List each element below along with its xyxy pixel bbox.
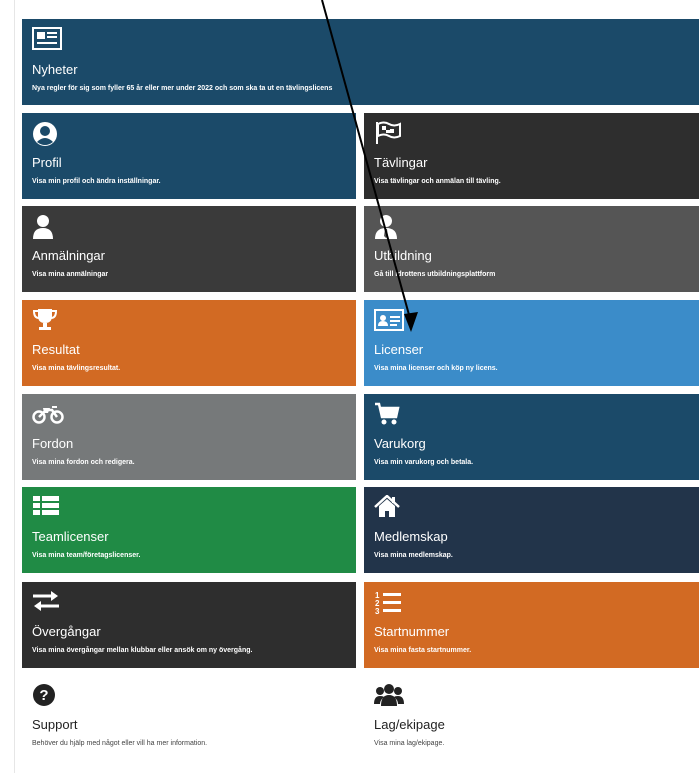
tile-title: Övergångar [32,624,101,639]
users-icon [374,683,404,711]
tile-description: Visa min varukorg och betala. [374,459,474,466]
tile-description: Behöver du hjälp med något eller vill ha… [32,740,208,747]
tile-title: Lag/ekipage [374,717,445,732]
motorcycle-icon [32,402,64,430]
tile-description: Visa mina medlemskap. [374,552,453,559]
tile-title: Fordon [32,436,74,451]
tile-description: Nya regler för sig som fyller 65 år elle… [32,85,333,92]
id-card-icon [374,308,404,336]
tile-description: Visa mina team/företagslicenser. [32,552,141,559]
tile-title: Startnummer [374,624,450,639]
trophy-icon [32,308,62,336]
tile-tavlingar[interactable]: Tävlingar Visa tävlingar och anmälan til… [364,113,699,199]
tile-description: Visa mina fasta startnummer. [374,647,472,654]
tile-overgangar[interactable]: Övergångar Visa mina övergångar mellan k… [22,582,356,668]
checkered-flag-icon [374,121,404,149]
tile-varukorg[interactable]: Varukorg Visa min varukorg och betala. [364,394,699,480]
tile-medlemskap[interactable]: Medlemskap Visa mina medlemskap. [364,487,699,573]
tile-fordon[interactable]: Fordon Visa mina fordon och redigera. [22,394,356,480]
tile-title: Tävlingar [374,155,428,170]
numbered-list-icon: 123 [374,590,404,618]
exchange-icon [32,590,62,618]
user-icon [32,214,62,242]
tile-title: Profil [32,155,62,170]
cart-icon [374,402,404,430]
tile-title: Support [32,717,78,732]
tile-nyheter[interactable]: Nyheter Nya regler för sig som fyller 65… [22,19,699,105]
tile-title: Utbildning [374,248,432,263]
tile-title: Varukorg [374,436,426,451]
home-icon [374,495,404,523]
tile-description: Visa mina anmälningar [32,271,109,278]
tile-description: Visa mina fordon och redigera. [32,459,135,466]
question-circle-icon: ? [32,683,62,711]
tile-description: Gå till idrottens utbildningsplattform [374,271,496,278]
tile-utbildning[interactable]: Utbildning Gå till idrottens utbildnings… [364,206,699,292]
tile-title: Anmälningar [32,248,105,263]
tile-title: Licenser [374,342,424,357]
tile-licenser[interactable]: Licenser Visa mina licenser och köp ny l… [364,300,699,386]
tile-support[interactable]: ? Support Behöver du hjälp med något ell… [22,675,356,761]
user-tie-icon [374,214,404,242]
newspaper-icon [32,27,62,55]
svg-text:3: 3 [375,607,380,616]
tile-description: Visa min profil och ändra inställningar. [32,178,161,185]
tile-description: Visa mina tävlingsresultat. [32,365,121,372]
tile-title: Nyheter [32,62,78,77]
tile-title: Resultat [32,342,80,357]
user-circle-icon [32,121,62,149]
tile-title: Teamlicenser [32,529,109,544]
tile-anmalningar[interactable]: Anmälningar Visa mina anmälningar [22,206,356,292]
tile-description: Visa mina licenser och köp ny licens. [374,365,498,372]
tile-description: Visa tävlingar och anmälan till tävling. [374,178,501,185]
tile-description: Visa mina övergångar mellan klubbar elle… [32,647,253,654]
tile-teamlicenser[interactable]: Teamlicenser Visa mina team/företagslice… [22,487,356,573]
content-border [14,0,15,773]
tile-startnummer[interactable]: 123 Startnummer Visa mina fasta startnum… [364,582,699,668]
svg-text:?: ? [39,687,48,704]
tile-lag-ekipage[interactable]: Lag/ekipage Visa mina lag/ekipage. [364,675,699,761]
tile-resultat[interactable]: Resultat Visa mina tävlingsresultat. [22,300,356,386]
tile-description: Visa mina lag/ekipage. [374,740,445,747]
tile-profil[interactable]: Profil Visa min profil och ändra inställ… [22,113,356,199]
tile-title: Medlemskap [374,529,448,544]
list-icon [32,495,62,523]
